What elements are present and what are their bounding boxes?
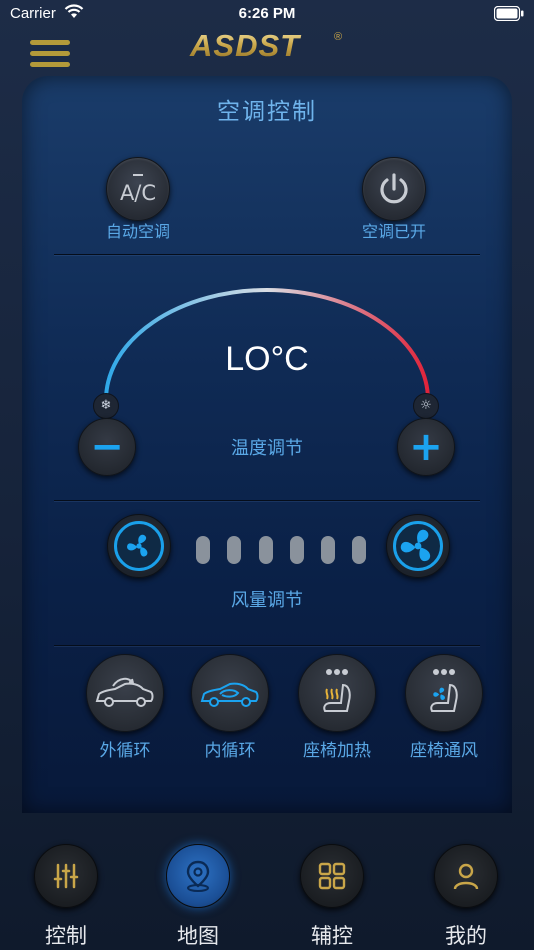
ac-power-label: 空调已开 <box>361 222 426 241</box>
fan-large-icon <box>400 529 431 562</box>
menu-bar <box>30 62 70 67</box>
outer-circulation-button[interactable] <box>86 654 164 732</box>
location-pin-icon <box>186 860 210 892</box>
outer-circulation-icon <box>95 677 154 707</box>
inner-circulation-icon <box>200 682 259 707</box>
svg-text:®: ® <box>334 31 342 43</box>
panel-title: 空调控制 <box>217 99 317 125</box>
inner-circulation-label: 内循环 <box>204 741 256 761</box>
svg-text:A/C: A/C <box>120 181 156 205</box>
tab-map[interactable]: 地图 <box>158 840 238 950</box>
outer-circulation-label: 外循环 <box>99 741 151 761</box>
fan-level-3[interactable] <box>259 536 273 564</box>
svg-text:ASDST: ASDST <box>189 28 302 62</box>
seat-heating-icon <box>323 669 351 712</box>
status-time: 6:26 PM <box>238 5 296 22</box>
seat-ventilation-label: 座椅通风 <box>410 741 478 761</box>
ac-icon: A/C <box>120 174 156 205</box>
fan-level-1[interactable] <box>196 536 210 564</box>
ac-power-button[interactable] <box>362 157 426 221</box>
seat-heating-label: 座椅加热 <box>303 741 371 761</box>
divider <box>54 500 480 501</box>
tab-assist-label: 辅控 <box>311 924 353 948</box>
inner-circulation-button[interactable] <box>191 654 269 732</box>
seat-heating-button[interactable] <box>298 654 376 732</box>
fan-speed-label: 风量调节 <box>231 590 303 611</box>
cold-indicator: ❄ <box>93 393 119 419</box>
fan-level-2[interactable] <box>227 536 241 564</box>
temperature-label: 温度调节 <box>231 438 303 459</box>
seat-ventilation-icon <box>430 669 458 712</box>
fan-level-5[interactable] <box>321 536 335 564</box>
divider <box>54 254 480 255</box>
grid-icon <box>318 862 346 890</box>
auto-ac-label: 自动空调 <box>105 222 170 241</box>
menu-button[interactable] <box>30 40 70 72</box>
sliders-icon <box>53 863 79 889</box>
fan-decrease-button[interactable] <box>107 514 171 578</box>
tab-profile-label: 我的 <box>445 924 487 948</box>
tab-map-label: 地图 <box>177 924 219 948</box>
seat-ventilation-button[interactable] <box>405 654 483 732</box>
status-bar: Carrier 6:26 PM <box>0 0 534 28</box>
user-icon <box>453 863 479 890</box>
temperature-value: LO°C <box>225 340 309 378</box>
snowflake-icon: ❄ <box>100 398 112 413</box>
fan-level-4[interactable] <box>290 536 304 564</box>
sun-icon: ☼ <box>420 398 432 413</box>
auto-ac-button[interactable]: A/C <box>106 157 170 221</box>
power-icon <box>380 173 408 204</box>
brand-logo: ASDST ® <box>189 28 342 62</box>
menu-bar <box>30 40 70 45</box>
heat-indicator: ☼ <box>413 393 439 419</box>
fan-increase-button[interactable] <box>386 514 450 578</box>
tab-control-label: 控制 <box>45 924 87 948</box>
tab-control[interactable]: 控制 <box>26 840 106 950</box>
menu-bar <box>30 51 70 56</box>
tab-map-circle <box>166 844 230 908</box>
tab-control-circle <box>34 844 98 908</box>
tab-profile[interactable]: 我的 <box>426 840 506 950</box>
tab-assist[interactable]: 辅控 <box>292 840 372 950</box>
tab-assist-circle <box>300 844 364 908</box>
fan-level-6[interactable] <box>352 536 366 564</box>
tab-profile-circle <box>434 844 498 908</box>
fan-small-icon <box>127 534 148 557</box>
divider <box>54 645 480 646</box>
battery-icon <box>494 6 524 21</box>
